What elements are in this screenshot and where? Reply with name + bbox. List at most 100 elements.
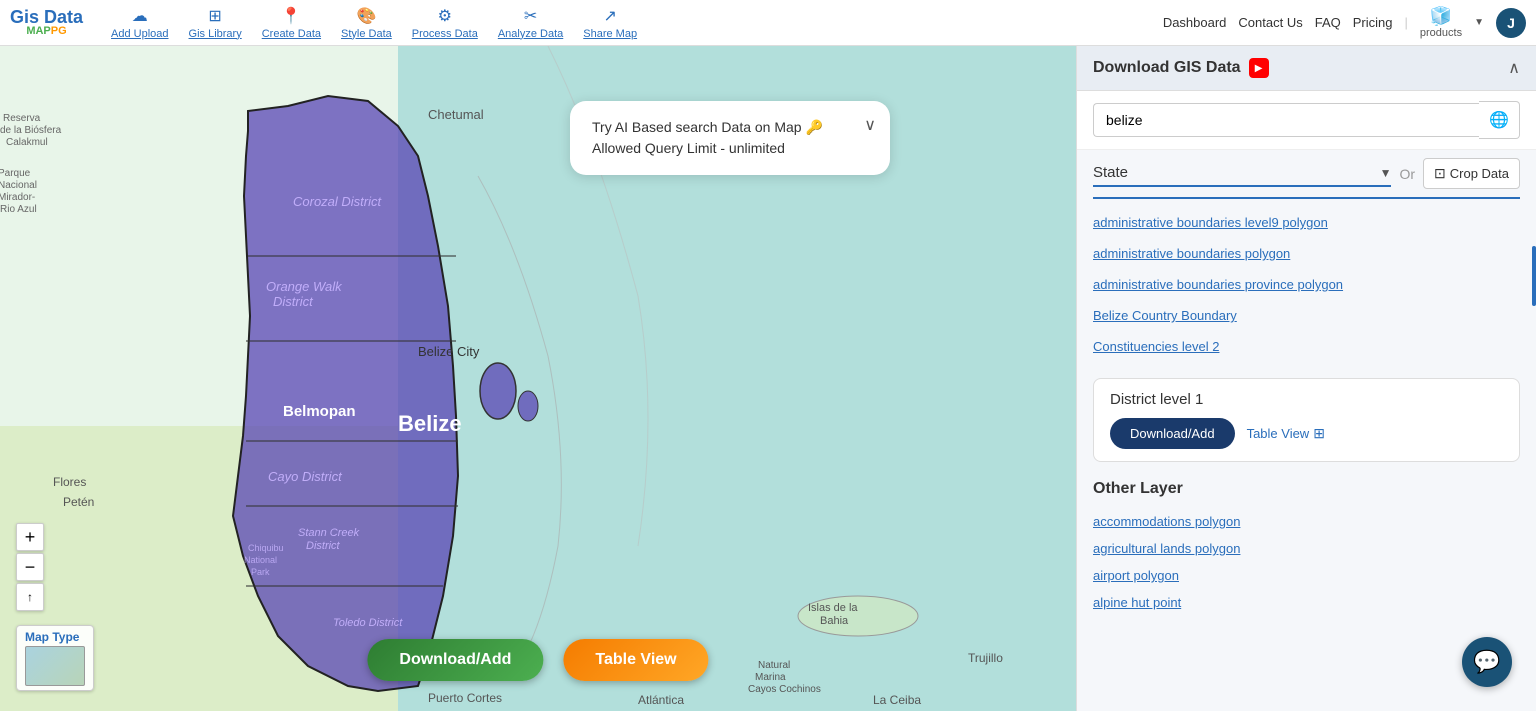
- ai-tooltip-text: Try AI Based search Data on Map 🔑 Allowe…: [592, 117, 868, 159]
- result-item-admin-level9[interactable]: administrative boundaries level9 polygon: [1077, 207, 1536, 238]
- svg-text:National: National: [244, 555, 277, 565]
- nav-style-data[interactable]: 🎨 Style Data: [333, 4, 400, 42]
- nav-items: ☁ Add Upload ⊞ Gis Library 📍 Create Data…: [103, 4, 1163, 42]
- result-item-belize-boundary[interactable]: Belize Country Boundary: [1077, 300, 1536, 331]
- user-avatar[interactable]: J: [1496, 8, 1526, 38]
- state-dropdown-icon[interactable]: ▼: [1380, 166, 1392, 180]
- other-item-airport[interactable]: airport polygon: [1077, 562, 1536, 589]
- svg-text:Mirador-: Mirador-: [0, 192, 35, 203]
- search-input[interactable]: [1093, 103, 1479, 137]
- map-controls: + − ↑: [16, 523, 44, 611]
- nav-share-map[interactable]: ↗ Share Map: [575, 4, 645, 42]
- selected-card-title: District level 1: [1110, 391, 1503, 408]
- top-nav: Gis Data MAP PG ☁ Add Upload ⊞ Gis Libra…: [0, 0, 1536, 46]
- bottom-buttons: Download/Add Table View: [367, 639, 708, 681]
- scroll-indicator[interactable]: [1532, 246, 1536, 306]
- nav-create-data-label: Create Data: [262, 28, 321, 40]
- svg-text:Parque: Parque: [0, 168, 31, 179]
- right-panel: Download GIS Data ▶ ∧ 🌐 State ▼ Or ⊡ Cro…: [1076, 46, 1536, 711]
- svg-text:Flores: Flores: [53, 475, 86, 489]
- products-dropdown-arrow[interactable]: ▼: [1474, 17, 1484, 28]
- svg-text:Park: Park: [251, 567, 270, 577]
- other-layer-title: Other Layer: [1077, 470, 1536, 508]
- svg-text:Corozal District: Corozal District: [293, 194, 383, 209]
- products-icon: 🧊: [1430, 6, 1452, 27]
- logo[interactable]: Gis Data MAP PG: [10, 8, 83, 37]
- result-item-constituencies[interactable]: Constituencies level 2: [1077, 331, 1536, 362]
- table-view-link[interactable]: Table View ⊞: [1247, 425, 1325, 442]
- state-label: State: [1093, 164, 1380, 181]
- map-container[interactable]: Corozal District Orange Walk District Be…: [0, 46, 1076, 711]
- nav-faq[interactable]: FAQ: [1315, 15, 1341, 30]
- svg-text:District: District: [306, 540, 341, 552]
- zoom-in-button[interactable]: +: [16, 523, 44, 551]
- analyze-icon: ✂: [524, 6, 537, 26]
- nav-add-upload[interactable]: ☁ Add Upload: [103, 4, 177, 42]
- svg-text:Cayo District: Cayo District: [268, 469, 343, 484]
- nav-analyze-data-label: Analyze Data: [498, 28, 563, 40]
- nav-share-map-label: Share Map: [583, 28, 637, 40]
- svg-text:Petén: Petén: [63, 495, 94, 509]
- map-type-thumbnail: [25, 646, 85, 686]
- create-icon: 📍: [281, 6, 301, 26]
- upload-icon: ☁: [132, 6, 148, 26]
- main-content: Corozal District Orange Walk District Be…: [0, 46, 1536, 711]
- logo-pg: PG: [51, 26, 67, 37]
- svg-text:District: District: [273, 294, 314, 309]
- svg-text:Chetumal: Chetumal: [428, 107, 484, 122]
- nav-create-data[interactable]: 📍 Create Data: [254, 4, 329, 42]
- nav-contact[interactable]: Contact Us: [1238, 15, 1302, 30]
- download-add-button-panel[interactable]: Download/Add: [1110, 418, 1235, 449]
- youtube-icon[interactable]: ▶: [1249, 58, 1269, 78]
- result-item-admin-polygon[interactable]: administrative boundaries polygon: [1077, 238, 1536, 269]
- svg-text:Natural: Natural: [758, 660, 790, 671]
- logo-map: MAP: [26, 26, 50, 37]
- ai-tooltip-line1: Try AI Based search Data on Map 🔑: [592, 117, 868, 138]
- svg-text:Belize: Belize: [398, 411, 462, 436]
- svg-text:Trujillo: Trujillo: [968, 651, 1003, 665]
- table-view-button-map[interactable]: Table View: [563, 639, 708, 681]
- nav-process-data[interactable]: ⚙ Process Data: [404, 4, 486, 42]
- map-svg: Corozal District Orange Walk District Be…: [0, 46, 1076, 711]
- globe-button[interactable]: 🌐: [1479, 101, 1520, 139]
- result-item-admin-province[interactable]: administrative boundaries province polyg…: [1077, 269, 1536, 300]
- svg-text:Islas de la: Islas de la: [808, 602, 858, 614]
- crop-data-button[interactable]: ⊡ Crop Data: [1423, 158, 1520, 189]
- products-button[interactable]: 🧊 products: [1420, 6, 1462, 39]
- nav-gis-library[interactable]: ⊞ Gis Library: [181, 4, 250, 42]
- chat-bubble-button[interactable]: 💬: [1462, 637, 1512, 687]
- svg-text:Chiquibu: Chiquibu: [248, 543, 284, 553]
- reset-button[interactable]: ↑: [16, 583, 44, 611]
- library-icon: ⊞: [208, 6, 221, 26]
- products-label: products: [1420, 27, 1462, 39]
- svg-text:Stann Creek: Stann Creek: [298, 527, 360, 539]
- nav-analyze-data[interactable]: ✂ Analyze Data: [490, 4, 571, 42]
- other-item-agricultural[interactable]: agricultural lands polygon: [1077, 535, 1536, 562]
- svg-text:Bahia: Bahia: [820, 615, 849, 627]
- ai-tooltip-close[interactable]: ∨: [864, 115, 876, 135]
- nav-gis-library-label: Gis Library: [189, 28, 242, 40]
- nav-right: Dashboard Contact Us FAQ Pricing | 🧊 pro…: [1163, 6, 1526, 39]
- other-item-alpine[interactable]: alpine hut point: [1077, 589, 1536, 616]
- selected-item-card: District level 1 Download/Add Table View…: [1093, 378, 1520, 462]
- nav-dashboard[interactable]: Dashboard: [1163, 15, 1227, 30]
- svg-text:Toledo District: Toledo District: [333, 617, 403, 629]
- card-actions: Download/Add Table View ⊞: [1110, 418, 1503, 449]
- state-select-wrap: State ▼: [1093, 160, 1391, 187]
- search-row: 🌐: [1077, 91, 1536, 150]
- collapse-button[interactable]: ∧: [1508, 58, 1520, 78]
- svg-text:Belmopan: Belmopan: [283, 403, 356, 420]
- map-type-box[interactable]: Map Type: [16, 625, 94, 691]
- nav-process-data-label: Process Data: [412, 28, 478, 40]
- svg-text:Cayos Cochinos: Cayos Cochinos: [748, 684, 821, 695]
- zoom-out-button[interactable]: −: [16, 553, 44, 581]
- nav-pricing[interactable]: Pricing: [1353, 15, 1393, 30]
- share-icon: ↗: [603, 6, 616, 26]
- logo-gis: Gis Data: [10, 8, 83, 26]
- svg-text:Calakmul: Calakmul: [6, 137, 48, 148]
- other-item-accommodations[interactable]: accommodations polygon: [1077, 508, 1536, 535]
- download-add-button-map[interactable]: Download/Add: [367, 639, 543, 681]
- ai-tooltip: ∨ Try AI Based search Data on Map 🔑 Allo…: [570, 101, 890, 175]
- panel-header: Download GIS Data ▶ ∧: [1077, 46, 1536, 91]
- svg-text:Puerto Cortes: Puerto Cortes: [428, 691, 502, 705]
